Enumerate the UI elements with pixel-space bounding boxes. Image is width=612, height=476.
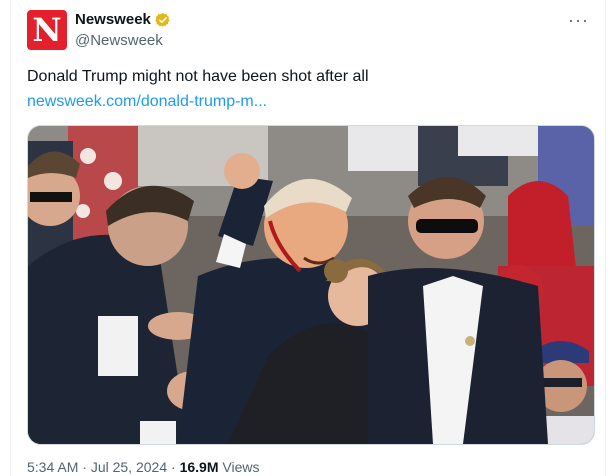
avatar-letter: N [32,11,62,49]
account-handle[interactable]: @Newsweek [75,32,163,49]
meta-separator: · [171,459,176,475]
tweet-time[interactable]: 5:34 AM [27,459,78,475]
avatar[interactable]: N [27,10,67,50]
raised-fist [224,153,260,189]
tweet-text: Donald Trump might not have been shot af… [27,68,369,85]
tweet-link[interactable]: newsweek.com/donald-trump-m... [27,93,267,111]
tweet-card: N Newsweek @Newsweek ··· Donald Trump mi… [10,0,606,476]
display-name[interactable]: Newsweek [75,11,151,28]
meta-separator: · [82,459,87,475]
tweet-meta: 5:34 AM · Jul 25, 2024 · 16.9M Views [27,459,259,475]
photo-illustration [28,126,594,444]
more-options-icon[interactable]: ··· [568,10,589,31]
views-label: Views [222,459,260,475]
views-count: 16.9M [179,459,219,475]
author-name-row: Newsweek [75,11,171,28]
verified-badge-icon [155,12,170,27]
tweet-date[interactable]: Jul 25, 2024 [91,459,167,475]
tweet-photo[interactable] [27,125,595,445]
